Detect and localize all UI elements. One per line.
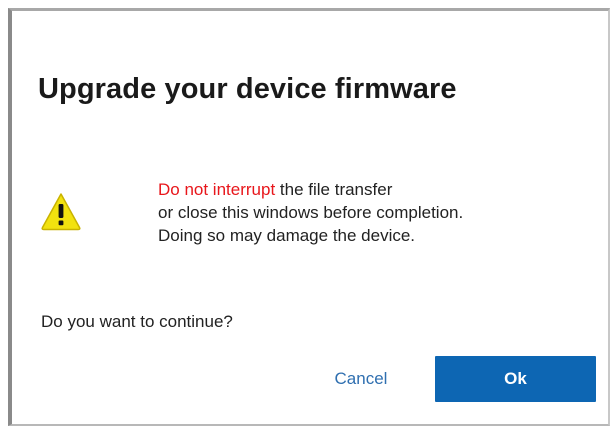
dialog-title: Upgrade your device firmware: [38, 73, 457, 105]
firmware-upgrade-dialog: Upgrade your device firmware Do not inte…: [8, 8, 610, 426]
cancel-button[interactable]: Cancel: [296, 356, 426, 402]
warning-message: Do not interrupt the file transfer or cl…: [158, 178, 463, 247]
ok-button[interactable]: Ok: [435, 356, 596, 402]
warning-highlight: Do not interrupt: [158, 180, 276, 199]
warning-line-3: Doing so may damage the device.: [158, 226, 416, 245]
warning-triangle-icon: [41, 193, 81, 231]
warning-line-2: or close this windows before completion.: [158, 203, 464, 222]
warning-line-1-rest: the file transfer: [275, 180, 393, 199]
confirm-question: Do you want to continue?: [41, 312, 233, 331]
warning-line-1: Do not interrupt the file transfer: [158, 178, 463, 201]
